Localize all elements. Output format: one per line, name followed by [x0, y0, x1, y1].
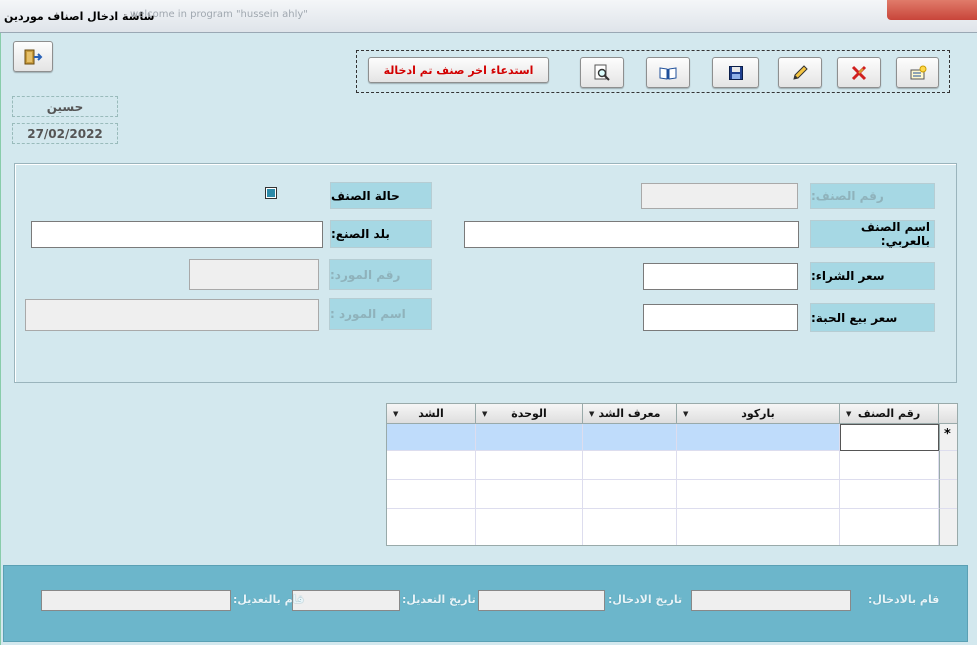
supplier-name-label: اسم المورد : [329, 298, 432, 330]
purchase-price-field[interactable] [643, 263, 798, 290]
pencil-icon [793, 64, 808, 80]
grid-cell [583, 451, 677, 480]
x-tools-icon [851, 65, 867, 80]
unit-sale-price-field[interactable] [643, 304, 798, 331]
grid-cell [583, 509, 677, 545]
item-name-ar-label: اسم الصنف بالعربي: [810, 220, 935, 248]
select-all-corner[interactable] [939, 404, 957, 424]
item-number-field[interactable] [641, 183, 798, 209]
user-name: حسين [12, 96, 118, 117]
grid-cell[interactable] [677, 424, 840, 451]
modified-by-field[interactable] [41, 590, 231, 611]
col-header-barcode[interactable]: باركود ▼ [677, 404, 840, 424]
supplier-number-label: رقم المورد: [329, 259, 432, 290]
grid-cell [476, 509, 583, 545]
country-label: بلد الصنع: [330, 220, 432, 248]
grid-cell [583, 480, 677, 509]
grid-cell[interactable] [583, 424, 677, 451]
item-status-label: حالة الصنف [330, 182, 432, 209]
purchase-price-label: سعر الشراء: [810, 262, 935, 290]
grid-cell [840, 509, 939, 545]
modified-by-label: قام بالتعديل: [233, 593, 305, 606]
grid-cell [387, 509, 476, 545]
supplier-name-field[interactable] [25, 299, 319, 331]
new-button[interactable] [896, 57, 939, 88]
checkbox-mark [267, 189, 275, 197]
recall-label: استدعاء اخر صنف تم ادخالة [383, 63, 534, 77]
recall-last-item-button[interactable]: استدعاء اخر صنف تم ادخالة [368, 57, 549, 83]
entered-by-label: قام بالادخال: [868, 593, 940, 606]
close-window-button[interactable] [887, 0, 977, 20]
welcome-text: welcome in program "hussein ahly" [130, 9, 308, 20]
grid-cell [840, 451, 939, 480]
supplier-number-field[interactable] [189, 259, 319, 290]
col-header-pack[interactable]: الشد ▼ [387, 404, 476, 424]
new-record-icon [910, 65, 926, 79]
col-header-pack-id[interactable]: معرف الشد ▼ [583, 404, 677, 424]
units-grid[interactable]: رقم الصنف ▼ باركود ▼ معرف الشد ▼ الوحدة ▼ ال… [386, 403, 958, 546]
grid-cell [840, 480, 939, 509]
row-header [939, 480, 957, 509]
row-header [939, 509, 957, 545]
exit-door-icon [24, 49, 43, 64]
grid-cell [677, 480, 840, 509]
grid-cell [476, 451, 583, 480]
entry-date-label: تاريخ الادخال: [608, 593, 683, 606]
item-name-ar-field[interactable] [464, 221, 799, 248]
grid-cell [476, 480, 583, 509]
exit-button[interactable] [13, 41, 53, 72]
open-book-button[interactable] [646, 57, 690, 88]
grid-cell [387, 480, 476, 509]
entry-date-field[interactable] [478, 590, 605, 611]
magnifier-page-icon [594, 64, 610, 81]
current-date: 27/02/2022 [12, 123, 118, 144]
modified-date-field[interactable] [292, 590, 400, 611]
grid-cell [387, 451, 476, 480]
edit-button[interactable] [778, 57, 822, 88]
grid-cell[interactable] [387, 424, 476, 451]
grid-cell[interactable] [476, 424, 583, 451]
item-number-label: رقم الصنف: [810, 183, 935, 209]
country-field[interactable] [31, 221, 323, 248]
item-status-checkbox[interactable] [265, 187, 277, 199]
col-header-unit[interactable]: الوحدة ▼ [476, 404, 583, 424]
col-header-item-number[interactable]: رقم الصنف ▼ [840, 404, 939, 424]
book-icon [659, 66, 677, 80]
grid-cell [677, 451, 840, 480]
unit-sale-price-label: سعر بيع الحبة: [810, 303, 935, 332]
modified-date-label: تاريخ التعديل: [402, 593, 476, 606]
save-button[interactable] [712, 57, 759, 88]
entered-by-field[interactable] [691, 590, 851, 611]
new-row-marker: * [944, 427, 951, 442]
row-header [939, 451, 957, 480]
preview-button[interactable] [580, 57, 624, 88]
title-bar: شاشة ادخال اصناف موردين welcome in progr… [0, 0, 977, 33]
grid-cell-active[interactable] [840, 424, 939, 451]
floppy-disk-icon [728, 65, 743, 80]
grid-cell [677, 509, 840, 545]
delete-button[interactable] [837, 57, 881, 88]
